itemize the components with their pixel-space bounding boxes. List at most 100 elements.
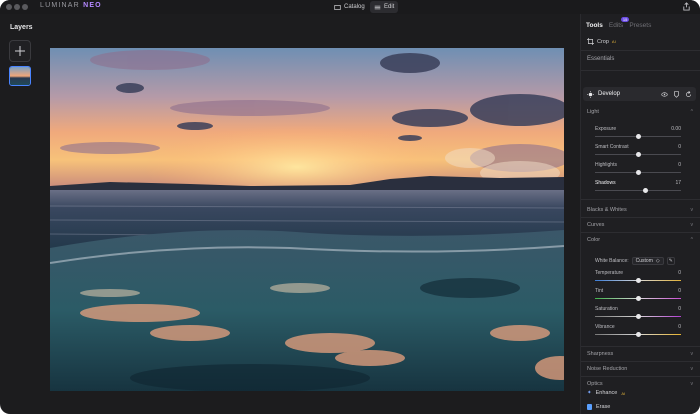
layer-thumbnail[interactable]: [9, 66, 31, 86]
layer-thumbnail-image: [10, 67, 30, 85]
highlights-label: Highlights: [595, 162, 617, 168]
shadows-slider[interactable]: Shadows 17: [595, 180, 681, 196]
catalog-label: Catalog: [344, 4, 365, 10]
crop-ai-badge: AI: [611, 39, 616, 44]
divider: [581, 50, 700, 51]
tools-panel: Tools Edits 15 Presets Crop AI Essentials…: [580, 14, 700, 414]
white-balance-select[interactable]: Custom ◇: [631, 257, 664, 265]
slider-knob[interactable]: [642, 188, 648, 193]
eyedropper-icon[interactable]: ✎: [666, 257, 675, 265]
slider-knob[interactable]: [635, 296, 641, 301]
curves-group-header[interactable]: Curves v: [581, 218, 700, 231]
noise-reduction-group-header[interactable]: Noise Reduction v: [581, 362, 700, 375]
tint-label: Tint: [595, 288, 604, 294]
highlights-value: 0: [678, 162, 681, 168]
catalog-icon: [334, 4, 341, 10]
vibrance-label: Vibrance: [595, 324, 615, 330]
blacks-whites-label: Blacks & Whites: [587, 206, 627, 213]
saturation-slider[interactable]: Saturation 0: [595, 306, 681, 322]
edits-count-badge: 15: [620, 17, 630, 22]
minimize-window-button[interactable]: [14, 4, 20, 10]
saturation-value: 0: [678, 306, 681, 312]
enhance-label: Enhance: [595, 390, 618, 396]
exposure-slider[interactable]: Exposure 0.00: [595, 126, 681, 142]
sunset-beach-photo: [50, 48, 564, 391]
erase-label: Erase: [596, 404, 611, 410]
layers-title: Layers: [10, 24, 33, 31]
sharpness-group-header[interactable]: Sharpness v: [581, 347, 700, 360]
mask-icon[interactable]: [673, 90, 680, 98]
reset-icon[interactable]: [685, 90, 692, 98]
eraser-icon: [587, 404, 592, 410]
saturation-label: Saturation: [595, 306, 618, 312]
curves-label: Curves: [587, 221, 605, 228]
tab-edits[interactable]: Edits 15: [609, 17, 630, 29]
white-balance-row: White Balance: Custom ◇ ✎: [595, 256, 681, 266]
optics-group-header[interactable]: Optics v: [581, 377, 700, 390]
edit-label: Edit: [384, 4, 395, 10]
slider-knob[interactable]: [635, 332, 641, 337]
temperature-label: Temperature: [595, 270, 624, 276]
sharpness-label: Sharpness: [587, 350, 614, 357]
develop-label: Develop: [598, 91, 621, 97]
photo-canvas[interactable]: [50, 48, 564, 391]
crop-label: Crop: [597, 38, 609, 45]
white-balance-label: White Balance:: [595, 258, 629, 264]
slider-knob[interactable]: [635, 152, 641, 157]
develop-tool-header[interactable]: Develop: [583, 87, 696, 101]
enhance-ai-badge: AI: [621, 390, 626, 396]
blacks-whites-group-header[interactable]: Blacks & Whites v: [581, 203, 700, 216]
tab-tools[interactable]: Tools: [586, 22, 603, 29]
luminar-window: LUMINAR NEO Catalog Edit Layers Tools Ed…: [0, 0, 700, 414]
slider-knob[interactable]: [635, 134, 641, 139]
divider: [581, 70, 700, 71]
smart-contrast-label: Smart Contrast: [595, 144, 629, 150]
light-group-label: Light: [587, 108, 599, 115]
app-logo: LUMINAR NEO: [40, 2, 102, 9]
zoom-window-button[interactable]: [22, 4, 28, 10]
edit-sliders-icon: [374, 5, 381, 9]
tint-value: 0: [678, 288, 681, 294]
chevron-down-icon: v: [690, 206, 694, 213]
share-icon[interactable]: [682, 2, 691, 11]
slider-knob[interactable]: [635, 314, 641, 319]
highlights-slider[interactable]: Highlights 0: [595, 162, 681, 178]
slider-knob[interactable]: [635, 278, 641, 283]
shadows-value: 17: [675, 180, 681, 186]
develop-sun-icon: [587, 90, 594, 98]
divider: [581, 199, 700, 200]
erase-tool[interactable]: Erase: [587, 404, 610, 410]
panel-tabs: Tools Edits 15 Presets: [586, 17, 651, 29]
develop-actions: [661, 90, 692, 98]
enhance-tool[interactable]: ✦ Enhance AI: [587, 390, 625, 396]
add-layer-button[interactable]: [9, 40, 31, 62]
noise-reduction-label: Noise Reduction: [587, 365, 628, 372]
eye-icon[interactable]: [661, 91, 668, 98]
chevron-updown-icon: ◇: [655, 258, 660, 264]
color-group-label: Color: [587, 236, 601, 243]
slider-knob[interactable]: [635, 170, 641, 175]
crop-icon: [587, 38, 594, 45]
tint-slider[interactable]: Tint 0: [595, 288, 681, 304]
vibrance-value: 0: [678, 324, 681, 330]
light-group-header[interactable]: Light ^: [581, 105, 700, 118]
smart-contrast-value: 0: [678, 144, 681, 150]
vibrance-slider[interactable]: Vibrance 0: [595, 324, 681, 340]
shadows-label: Shadows: [595, 180, 616, 186]
exposure-label: Exposure: [595, 126, 617, 132]
chevron-up-icon: ^: [690, 108, 693, 115]
essentials-heading: Essentials: [587, 56, 615, 62]
tab-presets[interactable]: Presets: [629, 22, 651, 29]
chevron-down-icon: v: [690, 350, 694, 357]
edit-button[interactable]: Edit: [370, 1, 399, 13]
chevron-up-icon: ^: [690, 236, 693, 243]
enhance-sparkle-icon: ✦: [587, 390, 592, 396]
temperature-value: 0: [678, 270, 681, 276]
smart-contrast-slider[interactable]: Smart Contrast 0: [595, 144, 681, 160]
crop-tool[interactable]: Crop AI: [587, 38, 616, 45]
plus-icon: [15, 46, 25, 56]
close-window-button[interactable]: [6, 4, 12, 10]
catalog-button[interactable]: Catalog: [330, 1, 369, 13]
temperature-slider[interactable]: Temperature 0: [595, 270, 681, 286]
color-group-header[interactable]: Color ^: [581, 233, 700, 246]
